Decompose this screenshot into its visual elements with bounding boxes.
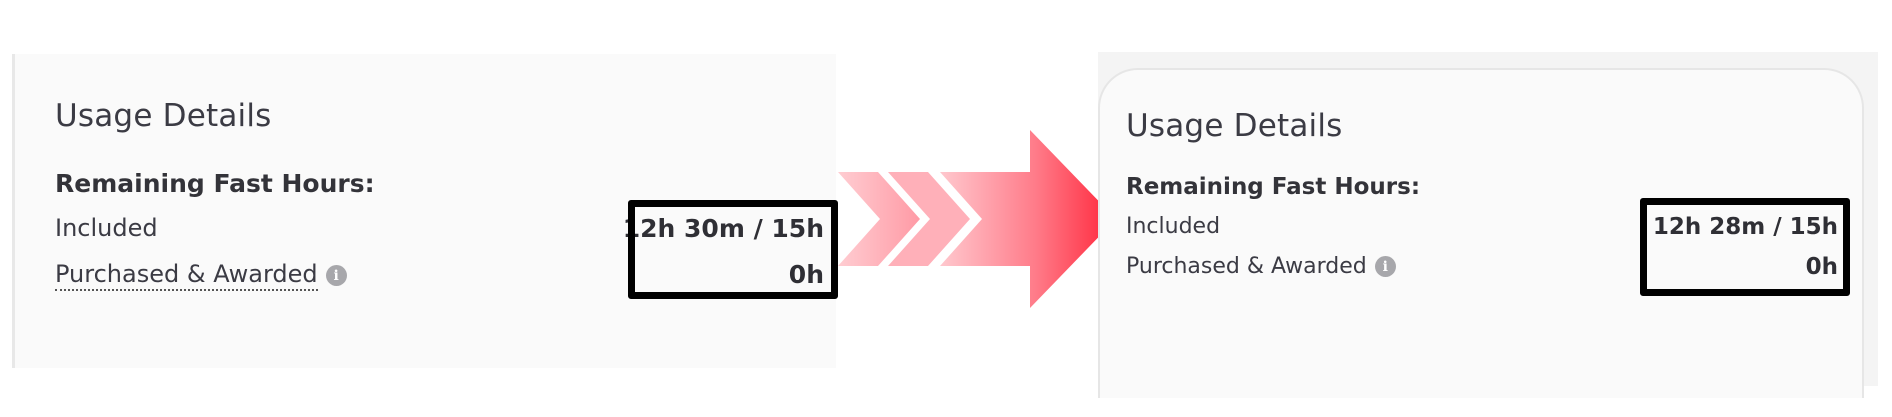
comparison-stage: Usage Details Remaining Fast Hours: Incl… <box>0 0 1892 417</box>
info-icon[interactable]: i <box>325 265 347 286</box>
purchased-awarded-label[interactable]: Purchased & Awarded i <box>55 260 347 291</box>
panel-title: Usage Details <box>55 98 272 134</box>
remaining-fast-hours-heading: Remaining Fast Hours: <box>1126 174 1421 200</box>
purchased-awarded-label[interactable]: Purchased & Awarded i <box>1126 254 1396 279</box>
highlight-box <box>1640 198 1850 296</box>
panel-title: Usage Details <box>1126 108 1343 144</box>
remaining-fast-hours-heading: Remaining Fast Hours: <box>55 169 375 198</box>
right-arrow-icon <box>838 130 1116 308</box>
highlight-box <box>628 200 838 299</box>
usage-details-panel-after: Usage Details Remaining Fast Hours: Incl… <box>1098 52 1878 398</box>
usage-details-panel-before: Usage Details Remaining Fast Hours: Incl… <box>12 54 838 368</box>
included-label: Included <box>1126 214 1221 239</box>
info-icon[interactable]: i <box>1374 256 1396 277</box>
included-label: Included <box>55 214 158 242</box>
